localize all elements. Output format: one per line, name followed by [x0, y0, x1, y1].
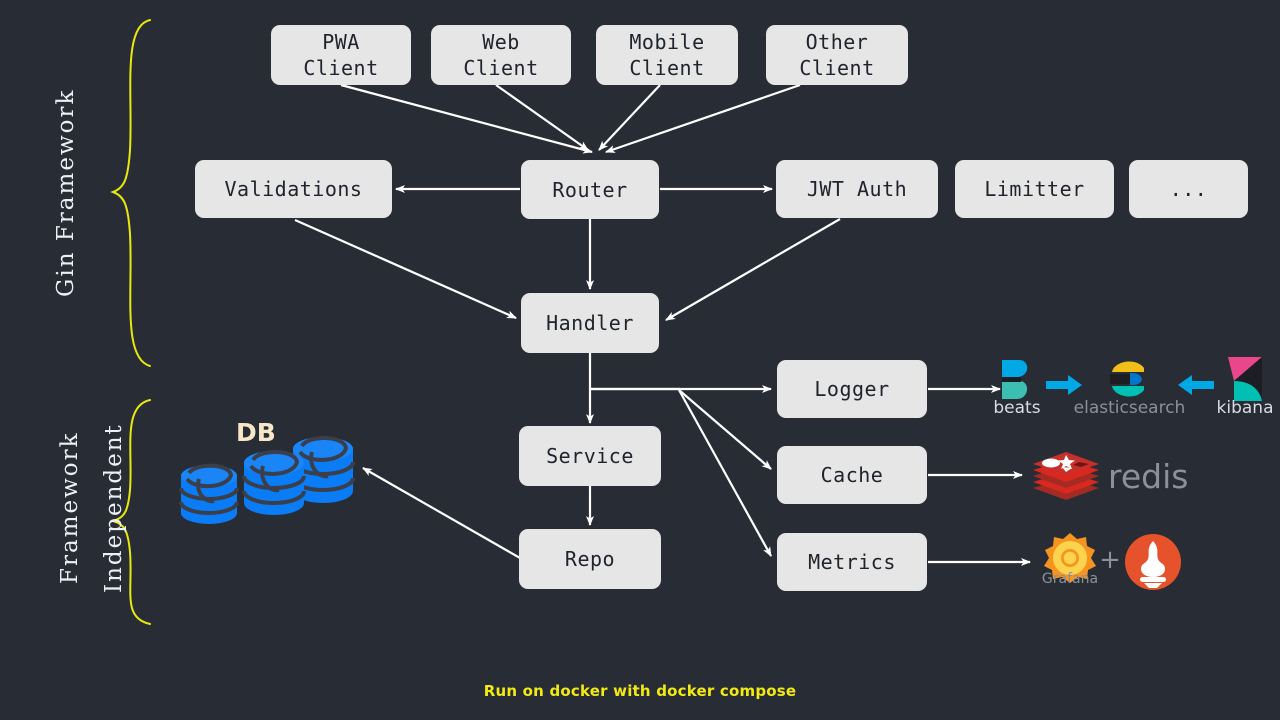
arrow-validations-to-handler — [294, 218, 517, 320]
node-jwt-auth[interactable]: JWT Auth — [776, 160, 938, 218]
elasticsearch-label: elasticsearch — [1073, 398, 1186, 418]
beats-label: beats — [993, 398, 1041, 418]
node-label: Service — [546, 444, 634, 468]
redis-logo — [1033, 452, 1099, 500]
arrow-web-to-router — [495, 84, 589, 151]
group-label-framework-independent: Framework Independent — [57, 423, 127, 593]
node-label: Mobile Client — [629, 30, 705, 80]
db-cylinder — [179, 463, 239, 524]
elasticsearch-logo — [1110, 361, 1144, 397]
kibana-label: kibana — [1216, 398, 1274, 418]
node-ellipsis[interactable]: ... — [1129, 160, 1248, 218]
connectors-layer — [109, 19, 1031, 625]
node-label: Cache — [820, 463, 884, 487]
node-cache[interactable]: Cache — [777, 446, 927, 504]
node-label: Validations — [224, 177, 363, 201]
node-label: ... — [1169, 177, 1208, 201]
node-label: Repo — [564, 547, 616, 571]
node-label: Limitter — [984, 177, 1085, 201]
elasticsearch-to-kibana-arrow-icon — [1178, 375, 1214, 395]
arrow-pwa-to-router — [340, 83, 593, 154]
node-limitter[interactable]: Limitter — [955, 160, 1114, 218]
node-label: Other Client — [799, 30, 875, 80]
plus-sign: + — [1099, 545, 1121, 575]
grafana-label: Grafana — [1041, 571, 1099, 587]
node-router[interactable]: Router — [521, 160, 659, 219]
node-metrics[interactable]: Metrics — [777, 533, 927, 591]
db-label: DB — [236, 418, 276, 447]
arrow-jwtauth-to-handler — [665, 218, 841, 321]
node-logger[interactable]: Logger — [777, 360, 927, 418]
db-cluster — [179, 436, 355, 524]
beats-logo — [1002, 360, 1028, 399]
arrow-mobile-to-router — [598, 84, 661, 151]
node-web-client[interactable]: Web Client — [431, 25, 571, 85]
node-label: JWT Auth — [806, 177, 908, 201]
footer-note: Run on docker with docker compose — [483, 682, 797, 700]
arrow-handler-to-cache — [678, 389, 772, 470]
node-service[interactable]: Service — [519, 426, 661, 486]
db-cylinder — [291, 436, 355, 503]
arrow-other-to-router — [605, 83, 801, 154]
node-label: Logger — [814, 377, 890, 401]
node-pwa-client[interactable]: PWA Client — [271, 25, 411, 85]
node-label: Handler — [546, 311, 634, 335]
arrow-repo-to-db — [362, 467, 521, 559]
node-repo[interactable]: Repo — [519, 529, 661, 589]
node-label: Metrics — [808, 550, 896, 574]
group-label-gin-framework: Gin Framework — [53, 88, 79, 298]
beats-to-elasticsearch-arrow-icon — [1046, 375, 1082, 395]
db-cylinder — [242, 450, 306, 515]
node-handler[interactable]: Handler — [521, 293, 659, 353]
node-label: Router — [552, 177, 628, 202]
node-validations[interactable]: Validations — [195, 160, 392, 218]
kibana-logo — [1228, 357, 1262, 401]
node-other-client[interactable]: Other Client — [766, 25, 908, 85]
brace-gin-framework — [110, 19, 151, 367]
prometheus-logo — [1125, 534, 1181, 590]
redis-label: redis — [1108, 457, 1189, 496]
architecture-diagram: Gin Framework Framework Independent PWA … — [0, 0, 1280, 720]
node-label: PWA Client — [303, 30, 379, 80]
node-label: Web Client — [463, 30, 539, 80]
arrow-handler-to-metrics — [678, 389, 772, 557]
node-mobile-client[interactable]: Mobile Client — [596, 25, 738, 85]
